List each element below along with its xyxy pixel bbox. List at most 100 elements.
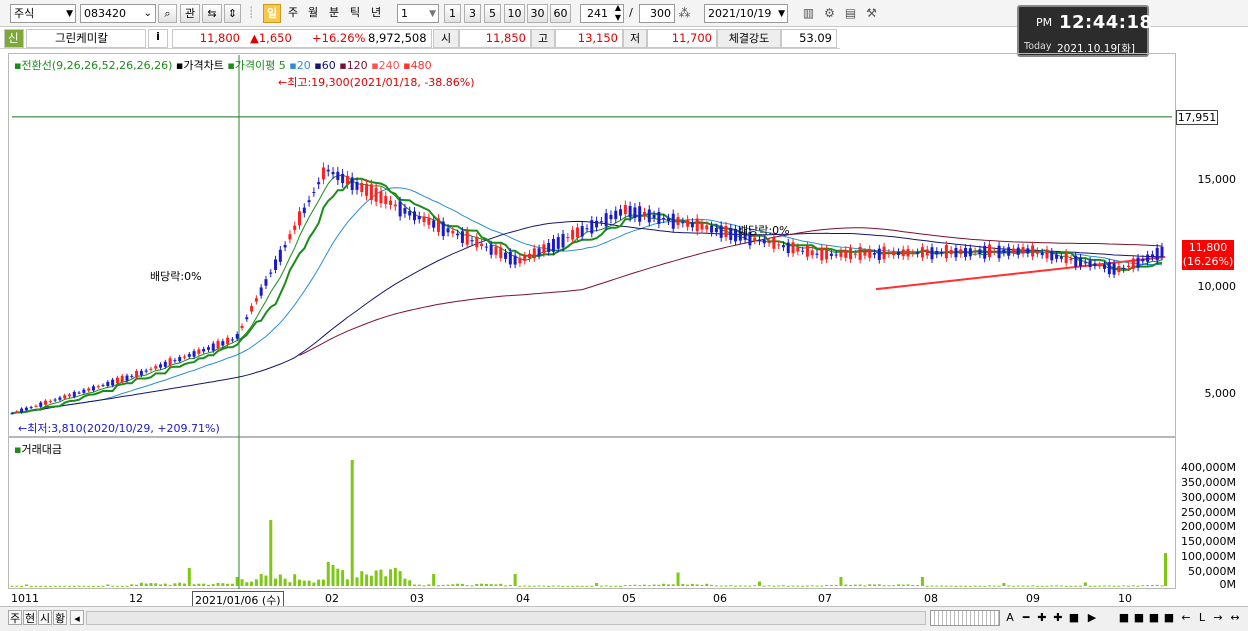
- tab-status[interactable]: 황: [53, 610, 67, 625]
- nav-right-button[interactable]: →: [1212, 610, 1224, 625]
- candle-body: [10, 413, 14, 415]
- horizontal-scrollbar[interactable]: [86, 611, 926, 625]
- play-button[interactable]: ▶: [1086, 610, 1098, 625]
- candle-body: [1126, 265, 1130, 268]
- volume-bar: [139, 582, 143, 586]
- ichimoku-conversion-line: [11, 177, 1163, 415]
- candle-body: [341, 173, 345, 184]
- volume-bar: [283, 578, 287, 586]
- candle-body: [805, 245, 809, 257]
- volume-bar: [384, 576, 388, 586]
- nav-fit-button[interactable]: ↔: [1228, 610, 1242, 625]
- x-label-feb: 02: [325, 592, 339, 605]
- candle-body: [1083, 262, 1087, 264]
- x-label-jun: 06: [713, 592, 727, 605]
- zoom-in-button[interactable]: ✚: [1036, 610, 1048, 625]
- print-button[interactable]: ■: [1163, 610, 1175, 625]
- volume-bar: [1079, 585, 1083, 587]
- volume-bar: [106, 584, 110, 586]
- legend-ma120: ▪120: [339, 59, 368, 72]
- candle-body: [130, 375, 134, 377]
- candle-body: [336, 171, 340, 181]
- layout-button-2[interactable]: ■: [1133, 610, 1145, 625]
- nav-last-button[interactable]: L: [1196, 610, 1208, 625]
- crosshair-button[interactable]: ✚: [1052, 610, 1064, 625]
- zoom-out-button[interactable]: ━: [1020, 610, 1032, 625]
- volume-bar: [326, 561, 330, 586]
- volume-bar: [504, 585, 508, 587]
- candle-body: [331, 172, 335, 175]
- candle-body: [662, 218, 666, 220]
- volume-bar: [542, 585, 546, 587]
- candle-body: [892, 251, 896, 256]
- candle-body: [1141, 258, 1145, 262]
- candle-body: [403, 208, 407, 214]
- candle-body: [206, 347, 210, 350]
- volume-bar: [638, 585, 642, 587]
- volume-bar: [202, 583, 206, 586]
- volume-bar: [456, 583, 460, 586]
- legend-ma60: ▪60: [314, 59, 336, 72]
- volume-bar: [298, 579, 301, 586]
- scroll-left-button[interactable]: ◂: [70, 610, 84, 625]
- volume-bar: [173, 583, 177, 586]
- volume-bar: [77, 585, 81, 587]
- tab-market[interactable]: 시: [38, 610, 52, 625]
- volume-bar: [1141, 585, 1145, 587]
- stop-button[interactable]: ■: [1068, 610, 1080, 625]
- volume-bar: [513, 574, 517, 586]
- tab-stock[interactable]: 주: [8, 610, 22, 625]
- tab-current[interactable]: 현: [23, 610, 37, 625]
- volume-bar: [24, 584, 28, 586]
- scrollbar-thumb[interactable]: [930, 610, 1000, 626]
- candle-body: [389, 200, 393, 206]
- auto-scale-button[interactable]: A: [1004, 610, 1016, 625]
- x-label-aug: 08: [924, 592, 938, 605]
- candle-body: [87, 388, 91, 391]
- candle-body: [834, 254, 838, 256]
- candle-body: [216, 340, 220, 349]
- volume-bar: [1122, 585, 1126, 587]
- volume-bar: [168, 584, 172, 586]
- volume-bar: [345, 579, 349, 586]
- volume-bar: [130, 584, 134, 586]
- candle-body: [1011, 248, 1015, 253]
- volume-bar: [758, 581, 761, 586]
- volume-bar: [714, 585, 718, 587]
- candle-body: [595, 220, 599, 228]
- candle-body: [1150, 254, 1154, 258]
- candle-body: [762, 239, 766, 244]
- volume-bar: [144, 583, 148, 586]
- candle-body: [523, 255, 527, 261]
- volume-bar: [719, 585, 723, 587]
- volume-bar: [216, 582, 220, 586]
- layout-button-1[interactable]: ■: [1118, 610, 1130, 625]
- volume-bar: [743, 585, 747, 587]
- candle-body: [15, 411, 19, 413]
- volume-bar: [441, 584, 445, 586]
- volume-bar: [475, 583, 479, 586]
- candle-body: [547, 242, 551, 252]
- candle-body: [24, 407, 28, 411]
- candle-body: [432, 220, 436, 228]
- candle-body: [810, 250, 814, 256]
- legend-ma5: 5: [278, 59, 286, 72]
- candle-body: [580, 226, 584, 237]
- candle-body: [293, 225, 297, 231]
- volume-bar: [762, 585, 766, 587]
- candle-body: [988, 244, 991, 257]
- vol-tick-50000: 50,000M: [1188, 565, 1236, 578]
- candle-body: [1117, 266, 1121, 273]
- candle-body: [159, 364, 163, 368]
- volume-bar: [551, 585, 555, 587]
- nav-left-button[interactable]: ←: [1180, 610, 1192, 625]
- candle-body: [638, 206, 642, 222]
- layout-button-3[interactable]: ■: [1148, 610, 1160, 625]
- volume-bar: [494, 584, 498, 586]
- candle-body: [1093, 263, 1097, 266]
- volume-bar: [657, 584, 661, 586]
- volume-bar: [853, 584, 857, 586]
- volume-bar: [1040, 585, 1044, 587]
- volume-bar: [245, 582, 249, 586]
- volume-bar: [187, 568, 191, 586]
